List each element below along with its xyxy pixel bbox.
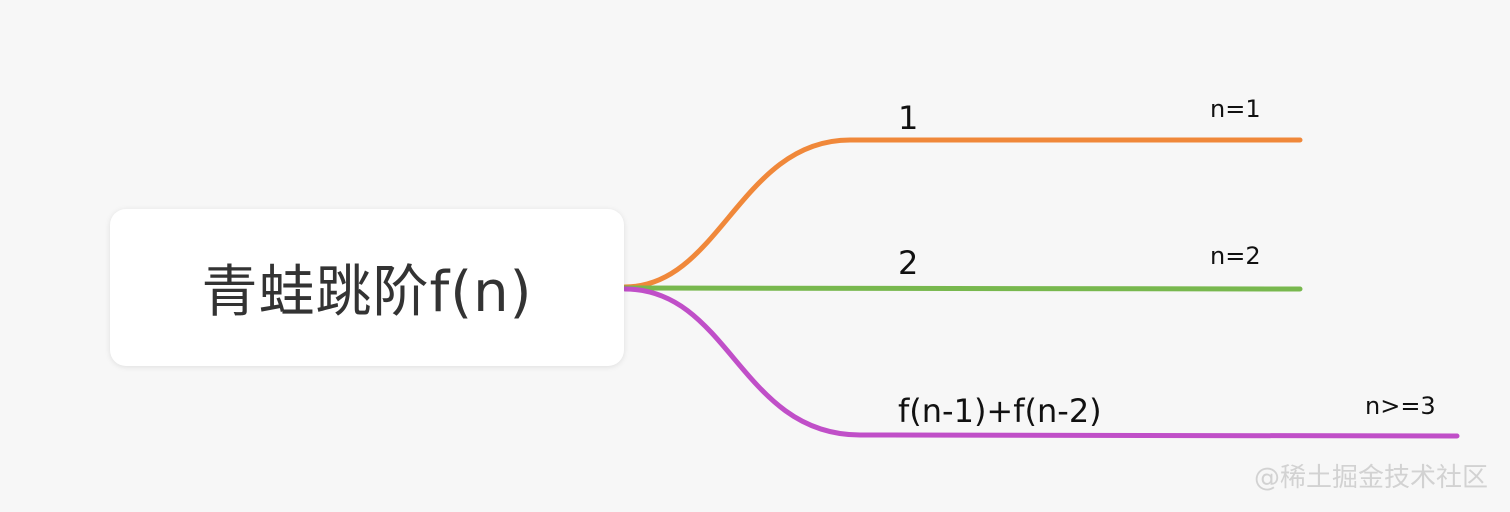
branch-line-n1: [622, 137, 1303, 290]
watermark-text: @稀土掘金技术社区: [1253, 463, 1488, 493]
branch-condition-n1: n=1: [1210, 95, 1261, 123]
branch-value-n3: f(n-1)+f(n-2): [898, 392, 1102, 430]
branch-condition-n2: n=2: [1210, 242, 1261, 270]
root-topic-node[interactable]: 青蛙跳阶f(n): [110, 209, 624, 366]
branch-line-n2: [622, 285, 1303, 292]
root-topic-label: 青蛙跳阶f(n): [201, 260, 533, 325]
branch-value-n1: 1: [898, 99, 918, 137]
branch-value-n2: 2: [898, 244, 918, 282]
mindmap-canvas: 1 n=1 2 n=2 f(n-1)+f(n-2) n>=3 青蛙跳阶f(n) …: [0, 0, 1510, 512]
branch-condition-n3: n>=3: [1365, 392, 1436, 420]
